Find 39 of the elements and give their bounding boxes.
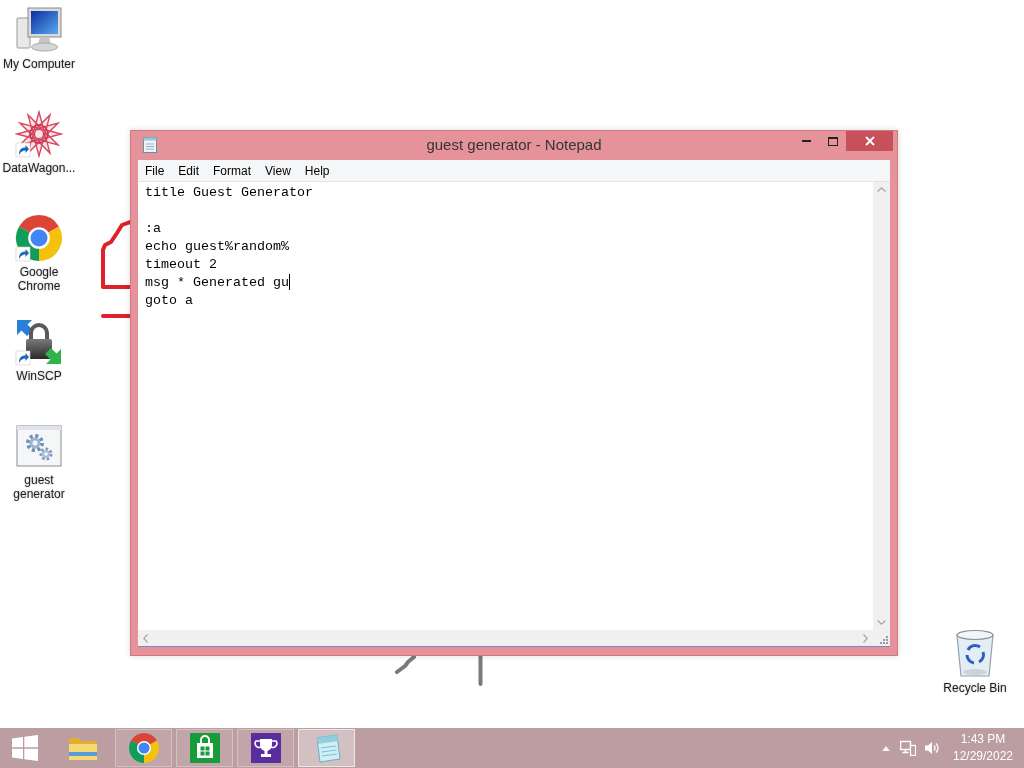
menu-item[interactable]: Help [297,160,337,181]
browser-logo-icon [127,732,160,764]
pen-stroke-drawing [478,655,483,686]
scroll-down-icon[interactable] [877,620,886,625]
desktop-item[interactable]: My Computer [0,6,78,71]
shopping-bag-icon [188,732,221,764]
scroll-up-icon[interactable] [877,187,886,192]
resize-grip-icon[interactable] [879,635,888,644]
menu-item[interactable]: File [138,160,172,181]
menu-item[interactable]: Format [206,160,259,181]
network-button[interactable] [900,740,916,756]
desktop-item[interactable]: DataWagon... [0,110,78,175]
pen-stroke-drawing [393,655,417,675]
horizontal-scrollbar[interactable] [138,630,873,647]
minimize-icon [801,140,811,142]
desktop-item[interactable]: WinSCP [0,318,78,383]
menu-item[interactable]: Edit [171,160,207,181]
desktop-item[interactable]: Google Chrome [0,214,78,293]
close-button[interactable] [846,131,893,151]
maximize-icon [827,136,838,146]
volume-icon [924,740,940,756]
show-hidden-icons-button[interactable] [882,745,890,751]
caret-up-icon [882,745,890,751]
vertical-scrollbar[interactable] [873,182,890,630]
trophy-icon [249,732,282,764]
recycle-bin-icon [954,628,996,678]
windows-logo-icon [12,735,38,761]
text-cursor [288,274,290,290]
desktop-item[interactable]: Recycle Bin [936,628,1014,695]
close-icon [864,136,875,146]
network-icon [900,740,916,756]
scroll-left-icon[interactable] [143,633,148,643]
scroll-right-icon[interactable] [863,633,868,643]
menu-item[interactable]: View [258,160,298,181]
volume-button[interactable] [924,740,940,756]
window-title: guest generator - Notepad [426,135,602,155]
notepad-icon [143,137,157,153]
taskbar-button[interactable] [237,729,294,767]
desktop-item[interactable]: guest generator [0,422,78,501]
